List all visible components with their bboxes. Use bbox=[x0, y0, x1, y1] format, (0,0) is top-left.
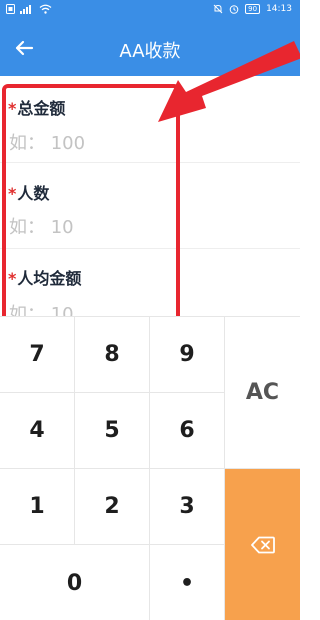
required-mark: * bbox=[8, 269, 17, 288]
battery-level: 90 bbox=[245, 4, 261, 14]
status-time: 14:13 bbox=[266, 4, 292, 14]
key-decimal[interactable]: • bbox=[150, 545, 225, 620]
people-count-field: *人数 bbox=[0, 162, 300, 249]
per-person-amount-label: *人均金额 bbox=[8, 269, 82, 288]
key-1[interactable]: 1 bbox=[0, 469, 75, 545]
total-amount-label: *总金额 bbox=[8, 99, 66, 118]
backspace-button[interactable] bbox=[225, 469, 300, 620]
numeric-keypad: 7 8 9 AC 4 5 6 1 2 3 0 • bbox=[0, 316, 300, 620]
key-6[interactable]: 6 bbox=[150, 393, 225, 469]
key-8[interactable]: 8 bbox=[75, 317, 150, 393]
per-person-amount-field: *人均金额 bbox=[0, 248, 300, 316]
alarm-icon bbox=[229, 5, 239, 14]
sim-icon bbox=[6, 4, 15, 14]
key-5[interactable]: 5 bbox=[75, 393, 150, 469]
status-bar: 90 14:13 bbox=[0, 0, 300, 20]
people-count-label: *人数 bbox=[8, 184, 50, 203]
key-4[interactable]: 4 bbox=[0, 393, 75, 469]
key-9[interactable]: 9 bbox=[150, 317, 225, 393]
people-count-input[interactable] bbox=[9, 214, 289, 240]
status-right-icons: 90 14:13 bbox=[213, 4, 292, 14]
total-amount-field: *总金额 bbox=[0, 76, 300, 163]
mute-icon bbox=[213, 4, 223, 14]
backspace-icon bbox=[250, 536, 275, 554]
aa-form: *总金额 *人数 *人均金额 bbox=[0, 76, 300, 316]
total-amount-input[interactable] bbox=[9, 130, 289, 156]
key-7[interactable]: 7 bbox=[0, 317, 75, 393]
wifi-icon bbox=[39, 4, 52, 14]
page-title: AA收款 bbox=[119, 41, 181, 62]
status-left-icons bbox=[6, 4, 52, 14]
key-0[interactable]: 0 bbox=[0, 545, 150, 620]
key-3[interactable]: 3 bbox=[150, 469, 225, 545]
required-mark: * bbox=[8, 99, 17, 118]
key-2[interactable]: 2 bbox=[75, 469, 150, 545]
required-mark: * bbox=[8, 184, 17, 203]
signal-icon bbox=[20, 5, 31, 14]
clear-button[interactable]: AC bbox=[225, 317, 300, 469]
app-header: AA收款 bbox=[0, 20, 300, 76]
per-person-amount-input[interactable] bbox=[9, 301, 289, 316]
